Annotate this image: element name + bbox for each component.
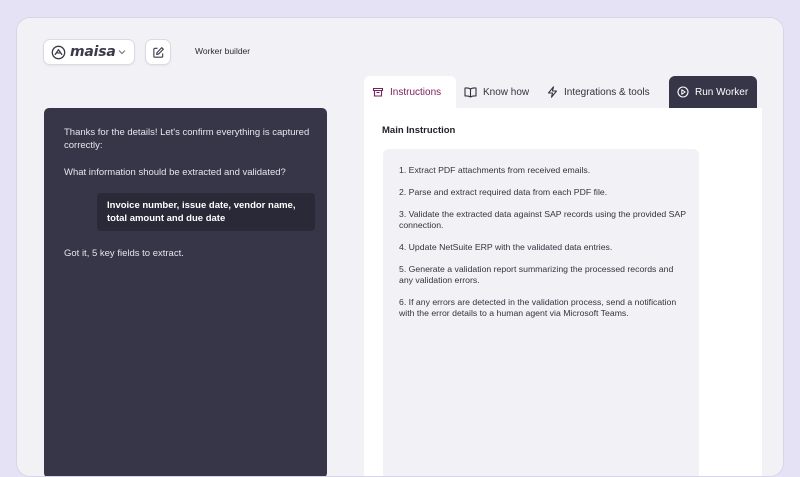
chevron-down-icon [118,50,126,55]
instruction-item: 6. If any errors are detected in the val… [399,297,677,318]
logo-text: maisa [70,44,116,60]
instruction-item: 3. Validate the extracted data against S… [399,209,686,230]
instruction-item: 4. Update NetSuite ERP with the validate… [399,242,613,252]
tab-integrations-tools[interactable]: Integrations & tools [539,76,668,108]
tab-instructions[interactable]: Instructions [364,76,456,108]
instructions-icon [372,87,384,97]
section-heading: Main Instruction [382,125,456,136]
tab-label: Know how [483,86,530,98]
instruction-item: 2. Parse and extract required data from … [399,187,608,197]
instruction-item: 1. Extract PDF attachments from received… [399,165,591,175]
agent-message: Got it, 5 key fields to extract. [64,248,184,259]
page-title: Worker builder [195,46,251,56]
edit-button[interactable] [145,39,171,65]
tab-label: Run Worker [695,86,749,98]
tab-label: Instructions [390,86,442,98]
chat-panel: Thanks for the details! Let's confirm ev… [44,108,327,476]
agent-message: What information should be extracted and… [64,167,286,178]
tab-label: Integrations & tools [564,86,650,98]
workspace-switcher[interactable]: maisa [43,39,135,65]
instructions-editor[interactable]: 1. Extract PDF attachments from received… [383,149,699,476]
agent-message: Thanks for the details! Let's confirm ev… [64,127,310,151]
tab-know-how[interactable]: Know how [458,76,538,108]
maisa-logo-icon [51,45,66,59]
book-icon [464,87,477,98]
app-window: maisa Worker builder Thanks for the deta… [16,17,784,477]
instruction-list: 1. Extract PDF attachments from received… [399,165,689,330]
instructions-panel: Main Instruction 1. Extract PDF attachme… [364,108,762,476]
edit-icon [152,46,164,58]
instruction-item: 5. Generate a validation report summariz… [399,264,674,285]
user-message: Invoice number, issue date, vendor name,… [97,193,315,231]
play-circle-icon [677,86,689,98]
lightning-icon [547,86,558,98]
run-worker-button[interactable]: Run Worker [669,76,757,108]
